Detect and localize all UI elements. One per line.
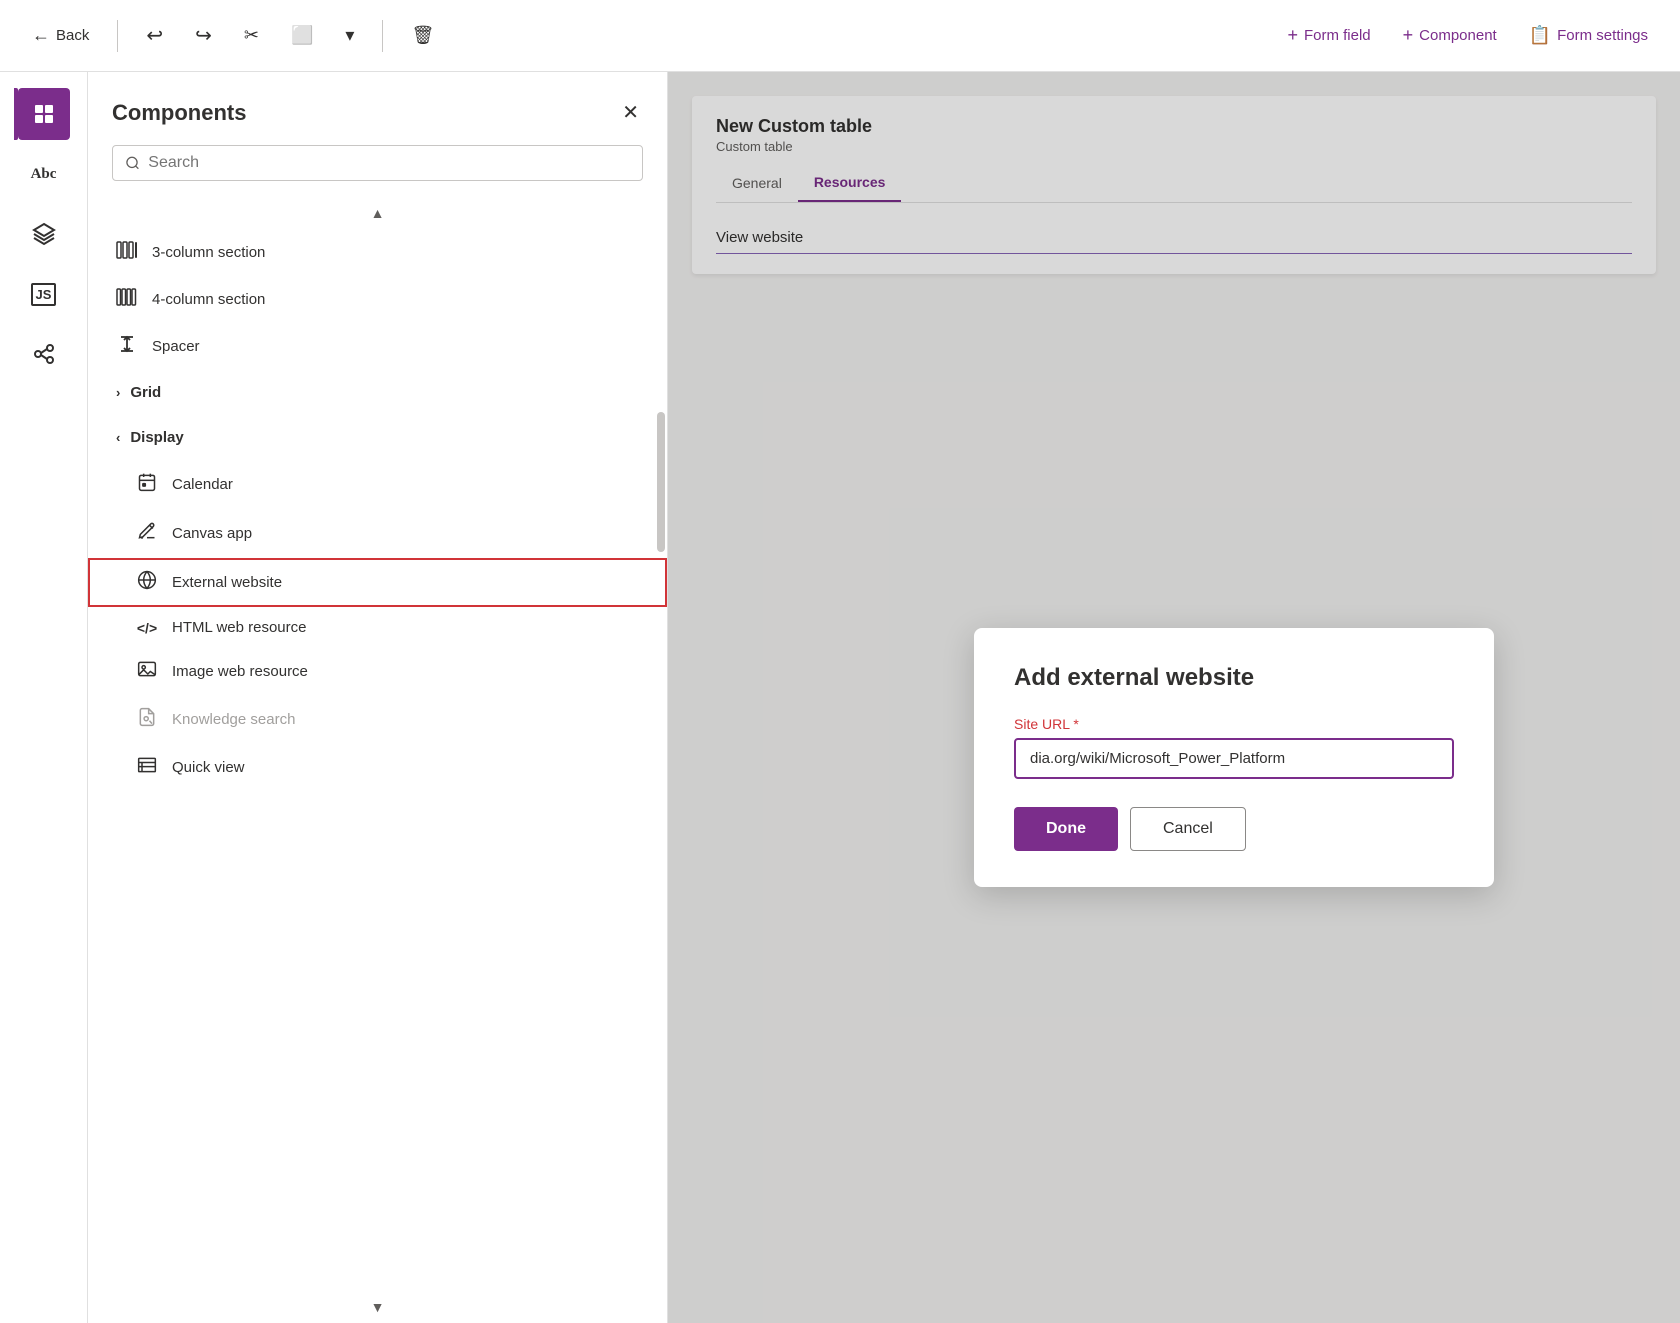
form-settings-icon: 📋 — [1529, 25, 1551, 46]
back-label: Back — [56, 27, 89, 44]
main-layout: Abc JS Components ✕ — [0, 72, 1680, 1323]
panel-close-button[interactable]: ✕ — [618, 96, 643, 129]
panel-header: Components ✕ — [88, 72, 667, 145]
modal-overlay: Add external website Site URL * Done Can… — [668, 72, 1680, 1323]
panel-title: Components — [112, 100, 246, 126]
layers-icon — [32, 222, 56, 246]
spacer-icon — [116, 335, 138, 358]
nav-icon-grid[interactable] — [18, 88, 70, 140]
modal-title: Add external website — [1014, 664, 1454, 692]
scroll-down-arrow[interactable]: ▼ — [88, 1291, 667, 1323]
cut-button[interactable]: ✂ — [236, 19, 267, 52]
nav-icon-layers[interactable] — [18, 208, 70, 260]
nav-icon-js[interactable]: JS — [18, 268, 70, 320]
component-item-external-website[interactable]: External website — [88, 558, 667, 607]
3col-label: 3-column section — [152, 244, 265, 261]
delete-icon: 🗑 — [411, 25, 434, 46]
site-url-label: Site URL * — [1014, 716, 1454, 732]
grid-icon — [32, 102, 56, 126]
canvas-app-label: Canvas app — [172, 525, 252, 542]
redo-icon: ↪ — [195, 23, 212, 48]
chevron-down-icon-display: ‹ — [116, 430, 120, 445]
redo-button[interactable]: ↪ — [187, 17, 220, 54]
calendar-icon — [136, 472, 158, 497]
form-field-label: Form field — [1304, 27, 1371, 44]
4col-label: 4-column section — [152, 291, 265, 308]
image-icon — [136, 660, 158, 683]
required-indicator: * — [1073, 716, 1078, 732]
component-item-knowledge-search: Knowledge search — [88, 695, 667, 744]
grid-group-label: Grid — [130, 384, 161, 401]
back-button[interactable]: ← Back — [24, 19, 97, 52]
component-item-image-web[interactable]: Image web resource — [88, 648, 667, 695]
toolbar: ← Back ↩ ↪ ✂ ⬜ ▾ 🗑 + Form field + Compon… — [0, 0, 1680, 72]
cancel-button[interactable]: Cancel — [1130, 807, 1246, 851]
component-item-quick-view[interactable]: Quick view — [88, 744, 667, 791]
knowledge-search-icon — [136, 707, 158, 732]
nav-icon-text[interactable]: Abc — [18, 148, 70, 200]
form-settings-label: Form settings — [1557, 27, 1648, 44]
delete-button[interactable]: 🗑 — [403, 19, 442, 52]
scroll-thumb[interactable] — [657, 412, 665, 552]
component-group-grid[interactable]: › Grid — [88, 370, 667, 415]
component-item-4col[interactable]: 4-column section — [88, 276, 667, 323]
plus-icon-form-field: + — [1287, 25, 1298, 46]
modal-box: Add external website Site URL * Done Can… — [974, 628, 1494, 887]
done-button[interactable]: Done — [1014, 807, 1118, 851]
site-url-input[interactable] — [1014, 738, 1454, 779]
component-list: 3-column section 4-column section — [88, 229, 667, 1291]
chevron-down-icon: ▾ — [345, 25, 354, 46]
quick-view-icon — [136, 756, 158, 779]
component-item-calendar[interactable]: Calendar — [88, 460, 667, 509]
chevron-right-icon: › — [116, 385, 120, 400]
calendar-label: Calendar — [172, 476, 233, 493]
image-web-label: Image web resource — [172, 663, 308, 680]
search-input[interactable] — [148, 154, 630, 172]
spacer-label: Spacer — [152, 338, 200, 355]
paste-button[interactable]: ⬜ — [283, 19, 321, 52]
component-item-canvas-app[interactable]: Canvas app — [88, 509, 667, 558]
html-web-label: HTML web resource — [172, 619, 307, 636]
cut-icon: ✂ — [244, 25, 259, 46]
globe-icon — [136, 570, 158, 595]
external-website-label: External website — [172, 574, 282, 591]
html-icon: </> — [136, 620, 158, 636]
component-item-spacer[interactable]: Spacer — [88, 323, 667, 370]
display-group-label: Display — [130, 429, 183, 446]
dropdown-button[interactable]: ▾ — [337, 19, 362, 52]
scroll-up-arrow[interactable]: ▲ — [88, 197, 667, 229]
separator-2 — [382, 20, 383, 52]
close-icon: ✕ — [622, 102, 639, 124]
plus-icon-component: + — [1403, 25, 1414, 46]
component-group-display[interactable]: ‹ Display — [88, 415, 667, 460]
nav-icon-connect[interactable] — [18, 328, 70, 380]
undo-icon: ↩ — [146, 23, 163, 48]
4col-icon — [116, 288, 138, 311]
icon-nav: Abc JS — [0, 72, 88, 1323]
add-form-field-button[interactable]: + Form field — [1279, 19, 1378, 52]
text-icon: Abc — [31, 166, 57, 183]
component-item-3col[interactable]: 3-column section — [88, 229, 667, 276]
canvas-app-icon — [136, 521, 158, 546]
knowledge-search-label: Knowledge search — [172, 711, 295, 728]
undo-button[interactable]: ↩ — [138, 17, 171, 54]
component-label: Component — [1419, 27, 1497, 44]
connect-icon — [32, 342, 56, 366]
add-component-button[interactable]: + Component — [1395, 19, 1505, 52]
search-box[interactable] — [112, 145, 643, 181]
3col-icon — [116, 241, 138, 264]
back-arrow-icon: ← — [32, 25, 50, 46]
form-settings-button[interactable]: 📋 Form settings — [1521, 19, 1656, 52]
js-icon: JS — [31, 283, 57, 306]
form-canvas: New Custom table Custom table General Re… — [668, 72, 1680, 1323]
modal-buttons: Done Cancel — [1014, 807, 1454, 851]
search-icon — [125, 155, 140, 171]
separator-1 — [117, 20, 118, 52]
paste-icon: ⬜ — [291, 25, 313, 46]
quick-view-label: Quick view — [172, 759, 245, 776]
component-item-html-web[interactable]: </> HTML web resource — [88, 607, 667, 648]
components-panel: Components ✕ ▲ — [88, 72, 668, 1323]
